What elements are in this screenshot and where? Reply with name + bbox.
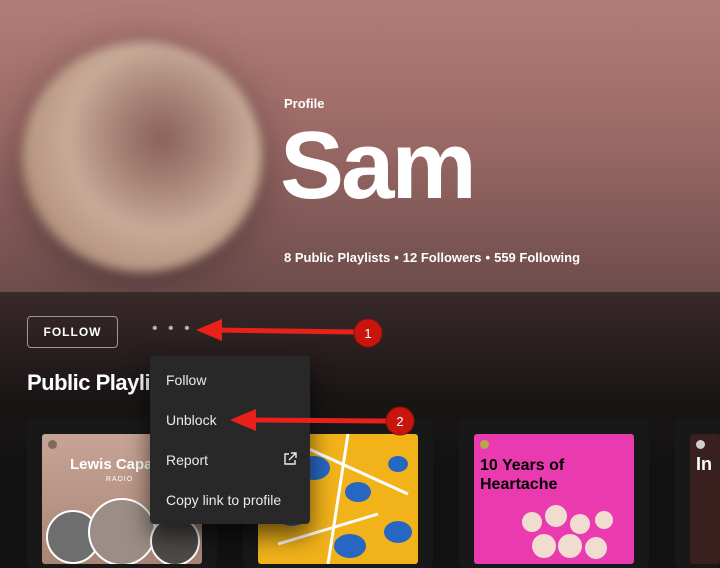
follow-button[interactable]: FOLLOW — [27, 316, 118, 348]
menu-item-unblock[interactable]: Unblock — [150, 400, 310, 440]
profile-type-label: Profile — [284, 96, 325, 111]
artist-photo — [88, 498, 156, 564]
separator-dot: • — [394, 250, 399, 265]
public-playlists-count[interactable]: 8 Public Playlists — [284, 250, 390, 265]
playlist-cover-title: In — [696, 454, 712, 474]
spotify-logo-icon — [48, 440, 57, 449]
following-count[interactable]: 559 Following — [494, 250, 580, 265]
separator-dot: • — [485, 250, 491, 265]
spotify-logo-icon — [696, 440, 705, 449]
menu-item-copy-link[interactable]: Copy link to profile — [150, 480, 310, 520]
context-menu: Follow Unblock Report Copy link to profi… — [150, 356, 310, 524]
playlist-cover-subtitle: RADIO — [106, 476, 134, 483]
playlist-cover[interactable]: 10 Years of Heartache — [474, 434, 634, 564]
more-options-icon[interactable]: • • • — [152, 320, 193, 338]
profile-avatar[interactable] — [22, 42, 262, 272]
menu-item-label: Report — [166, 452, 209, 468]
playlist-cover[interactable]: In — [690, 434, 720, 564]
followers-count[interactable]: 12 Followers — [403, 250, 482, 265]
menu-item-report[interactable]: Report — [150, 440, 310, 480]
profile-stats: 8 Public Playlists • 12 Followers • 559 Foll… — [284, 250, 580, 265]
menu-item-follow[interactable]: Follow — [150, 360, 310, 400]
flower-artwork-icon — [522, 505, 613, 559]
profile-name: Sam — [280, 112, 477, 219]
external-link-icon — [284, 452, 297, 465]
